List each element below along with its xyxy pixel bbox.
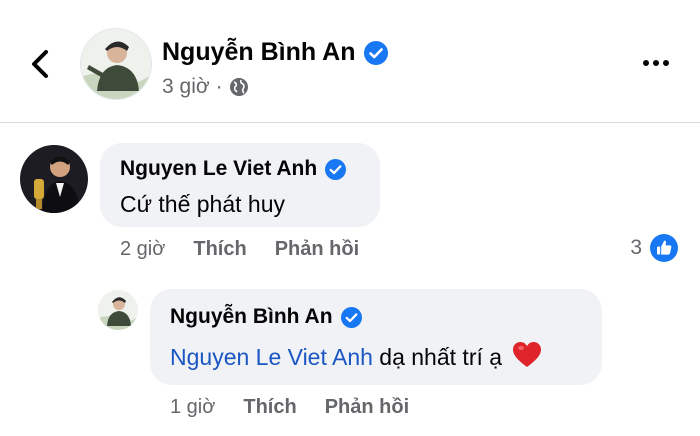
more-options-button[interactable] [638, 48, 674, 78]
reply-time[interactable]: 1 giờ [170, 396, 215, 419]
reply-button[interactable]: Phản hồi [325, 396, 409, 419]
reply-text: Nguyen Le Viet Anh dạ nhất trí ạ [170, 341, 542, 371]
post-author[interactable]: Nguyễn Bình An [162, 38, 388, 67]
reply-message: dạ nhất trí ạ [372, 344, 503, 370]
like-button[interactable]: Thích [193, 238, 246, 261]
reaction-count: 3 [630, 236, 642, 259]
dot-icon [653, 60, 659, 66]
dot-icon [663, 60, 669, 66]
back-button[interactable] [22, 42, 58, 86]
dot-icon [643, 60, 649, 66]
header-divider [0, 122, 700, 123]
heart-icon [513, 342, 542, 367]
reply-author-name: Nguyễn Bình An [170, 305, 333, 328]
post-header: Nguyễn Bình An 3 giờ · [0, 0, 700, 122]
comment-author-name: Nguyen Le Viet Anh [120, 157, 318, 180]
verified-icon [363, 40, 388, 65]
reply-actions: 1 giờ Thích Phản hồi [170, 396, 409, 419]
commenter-avatar[interactable] [20, 145, 88, 213]
reaction-summary[interactable]: 3 [630, 234, 678, 262]
reply-button[interactable]: Phản hồi [275, 238, 359, 261]
comment-text: Cứ thế phát huy [120, 191, 285, 217]
meta-separator: · [215, 75, 223, 98]
verified-icon [325, 158, 347, 180]
verified-icon [340, 306, 362, 328]
comment-time[interactable]: 2 giờ [120, 238, 165, 261]
chevron-left-icon [32, 50, 48, 78]
reply-author[interactable]: Nguyễn Bình An [170, 305, 362, 329]
reply-bubble[interactable]: Nguyễn Bình An Nguyen Le Viet Anh dạ nhấ… [150, 289, 602, 385]
reply-avatar[interactable] [98, 290, 138, 330]
post-author-name: Nguyễn Bình An [162, 38, 356, 66]
comment-author[interactable]: Nguyen Le Viet Anh [120, 157, 347, 181]
like-button[interactable]: Thích [243, 396, 296, 419]
globe-icon [229, 78, 248, 96]
mention-link[interactable]: Nguyen Le Viet Anh [170, 344, 373, 370]
like-icon [650, 234, 678, 262]
comment-actions: 2 giờ Thích Phản hồi [120, 238, 359, 261]
post-time[interactable]: 3 giờ [162, 75, 210, 99]
post-meta: 3 giờ · [162, 75, 249, 99]
author-avatar[interactable] [80, 28, 152, 100]
comment-bubble[interactable]: Nguyen Le Viet Anh Cứ thế phát huy [100, 143, 380, 227]
